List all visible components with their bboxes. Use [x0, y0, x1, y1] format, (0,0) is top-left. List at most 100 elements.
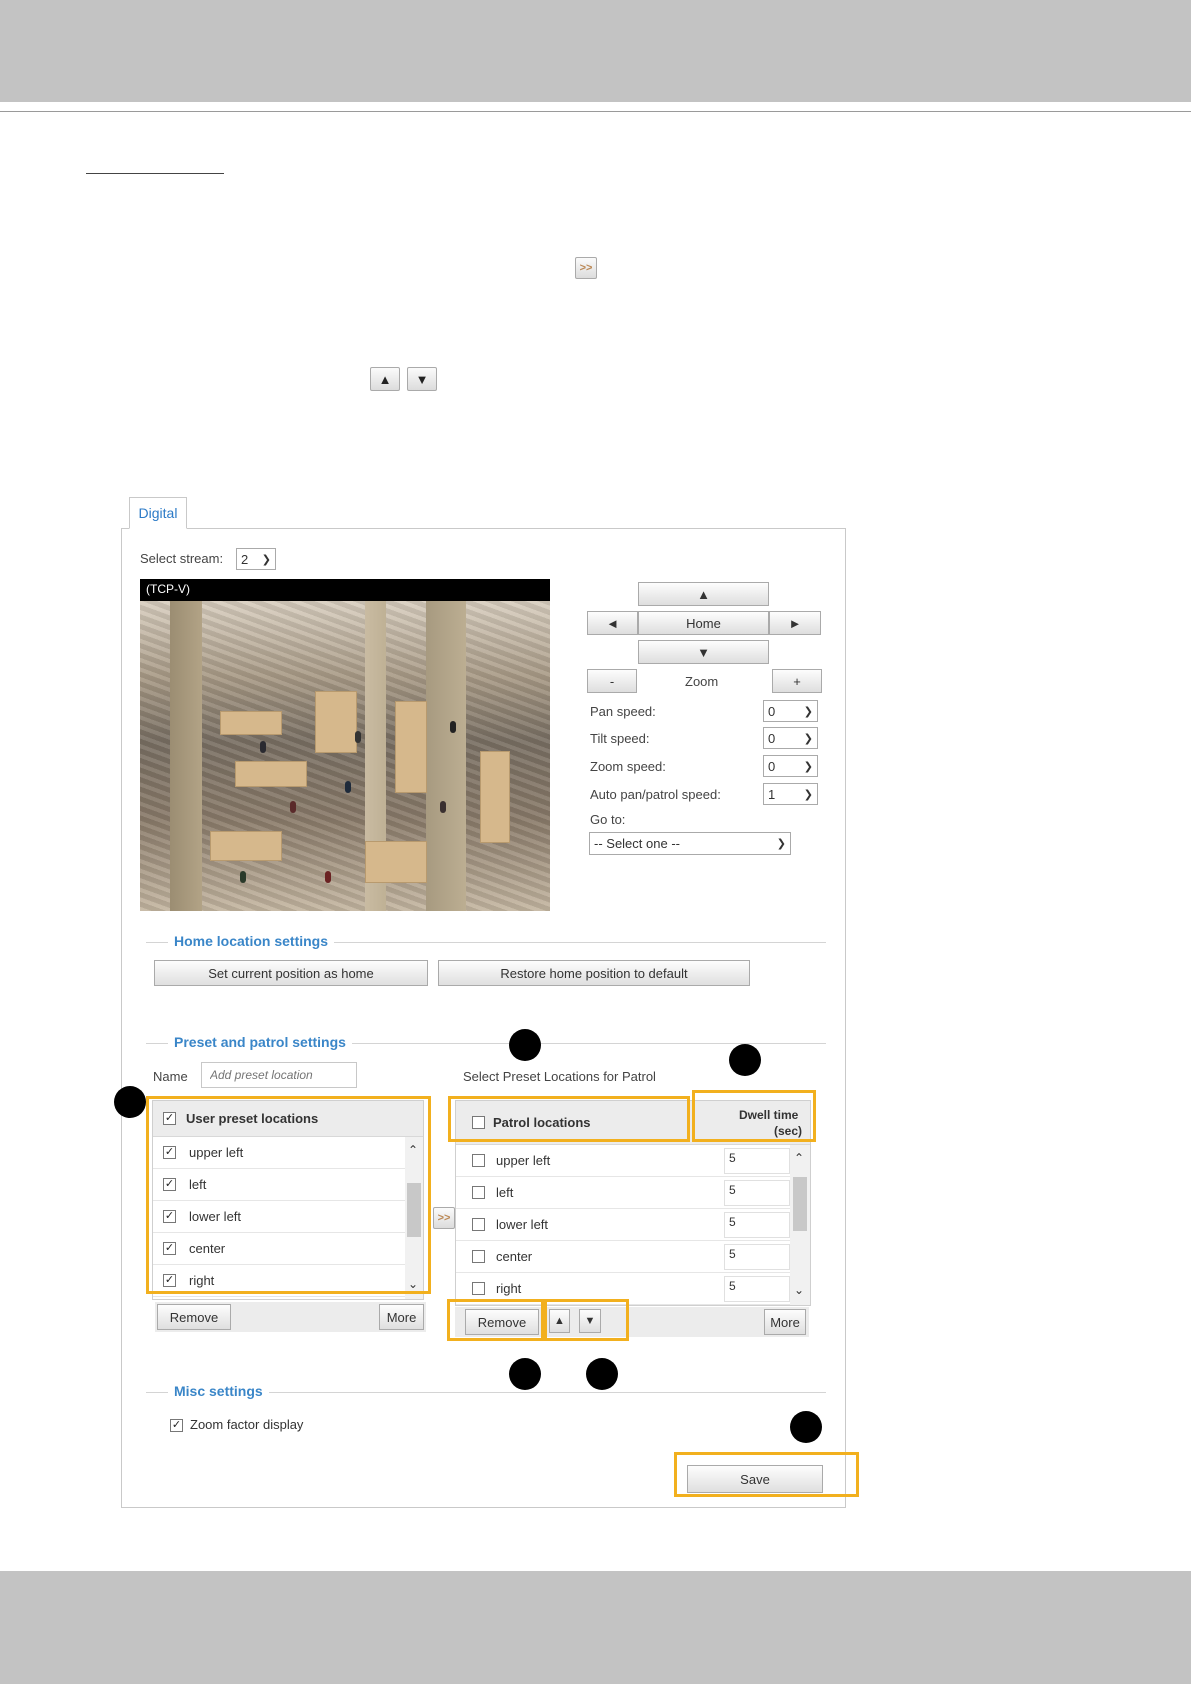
- add-to-patrol-button[interactable]: >>: [433, 1207, 455, 1229]
- select-stream-label: Select stream:: [140, 551, 224, 566]
- home-button-label: Home: [686, 615, 721, 631]
- dwell-time-input[interactable]: 5: [724, 1148, 790, 1174]
- scene-table: [220, 711, 282, 735]
- scene-table: [480, 751, 510, 843]
- dwell-time-input[interactable]: 5: [724, 1276, 790, 1302]
- scene-person: [325, 871, 331, 883]
- restore-home-label: Restore home position to default: [500, 965, 688, 981]
- stream-select[interactable]: 2 ❯: [236, 548, 276, 570]
- left-arrow-icon: ◄: [606, 615, 619, 631]
- page-header-bar: [0, 0, 1191, 102]
- chevron-up-icon[interactable]: ⌃: [794, 1151, 804, 1165]
- zoom-speed-select[interactable]: 0 ❯: [763, 755, 818, 777]
- patrol-item-checkbox[interactable]: [472, 1282, 485, 1295]
- scene-person: [450, 721, 456, 733]
- misc-section-title: Misc settings: [168, 1383, 269, 1399]
- more-patrol-button[interactable]: More: [764, 1309, 806, 1335]
- highlight-reorder: [544, 1299, 629, 1341]
- stream-select-value: 2: [241, 551, 249, 567]
- chevron-down-icon: ❯: [261, 553, 271, 566]
- move-up-icon: ▲: [370, 367, 400, 391]
- move-down-glyph: ▼: [415, 371, 429, 387]
- home-button[interactable]: Home: [638, 611, 769, 635]
- set-home-button[interactable]: Set current position as home: [154, 960, 428, 986]
- dwell-time-input[interactable]: 5: [724, 1244, 790, 1270]
- chevron-down-icon: ❯: [776, 838, 786, 850]
- video-frame: [140, 601, 550, 911]
- pan-speed-select[interactable]: 0 ❯: [763, 700, 818, 722]
- callout-marker: [729, 1044, 761, 1076]
- live-video-view[interactable]: (TCP-V): [140, 579, 550, 911]
- dwell-time-input[interactable]: 5: [724, 1212, 790, 1238]
- patrol-speed-select[interactable]: 1 ❯: [763, 783, 818, 805]
- zoom-out-button[interactable]: -: [587, 669, 637, 693]
- highlight-remove: [447, 1299, 544, 1341]
- patrol-item-label: center: [496, 1249, 533, 1264]
- move-down-icon: ▼: [407, 367, 437, 391]
- preset-name-label: Name: [153, 1069, 188, 1084]
- zoom-speed-label: Zoom speed:: [590, 759, 666, 774]
- tilt-up-button[interactable]: ▲: [638, 582, 769, 606]
- table-row[interactable]: lower left 5: [456, 1209, 790, 1241]
- highlight-dwell-time: [692, 1090, 816, 1142]
- tilt-down-button[interactable]: ▼: [638, 640, 769, 664]
- scene-person: [290, 801, 296, 813]
- pan-speed-label: Pan speed:: [590, 704, 656, 719]
- table-row[interactable]: center 5: [456, 1241, 790, 1273]
- patrol-item-checkbox[interactable]: [472, 1218, 485, 1231]
- scene-person: [345, 781, 351, 793]
- scene-person: [440, 801, 446, 813]
- move-up-glyph: ▲: [378, 371, 392, 387]
- dwell-time-input[interactable]: 5: [724, 1180, 790, 1206]
- heading-underline: [86, 173, 224, 174]
- remove-preset-button[interactable]: Remove: [157, 1304, 231, 1330]
- scene-table: [315, 691, 357, 753]
- zoom-out-label: -: [609, 673, 615, 689]
- patrol-item-label: left: [496, 1185, 514, 1200]
- move-right-icon: >>: [437, 1212, 451, 1224]
- goto-select[interactable]: -- Select one -- ❯: [589, 832, 791, 855]
- chevron-down-icon: ❯: [803, 760, 813, 773]
- zoom-factor-label: Zoom factor display: [190, 1417, 304, 1432]
- scrollbar-thumb[interactable]: [793, 1177, 807, 1231]
- patrol-scrollbar[interactable]: ⌃ ⌄: [790, 1145, 810, 1305]
- scene-table: [395, 701, 427, 793]
- chevron-down-icon: ❯: [803, 732, 813, 745]
- header-rule: [0, 111, 1191, 112]
- set-home-label: Set current position as home: [208, 965, 374, 981]
- patrol-item-checkbox[interactable]: [472, 1154, 485, 1167]
- callout-marker: [586, 1358, 618, 1390]
- tab-digital-label: Digital: [138, 505, 178, 521]
- zoom-in-button[interactable]: +: [772, 669, 822, 693]
- patrol-speed-value: 1: [768, 786, 776, 802]
- callout-marker: [790, 1411, 822, 1443]
- tab-digital[interactable]: Digital: [129, 497, 187, 529]
- pan-right-button[interactable]: ►: [769, 611, 821, 635]
- pan-left-button[interactable]: ◄: [587, 611, 638, 635]
- patrol-item-checkbox[interactable]: [472, 1186, 485, 1199]
- more-presets-button[interactable]: More: [379, 1304, 424, 1330]
- patrol-speed-label: Auto pan/patrol speed:: [590, 787, 721, 802]
- preset-name-input[interactable]: [201, 1062, 357, 1088]
- scene-person: [240, 871, 246, 883]
- tilt-speed-select[interactable]: 0 ❯: [763, 727, 818, 749]
- page-footer-bar: [0, 1571, 1191, 1684]
- tilt-speed-value: 0: [768, 730, 776, 746]
- goto-select-value: -- Select one --: [594, 836, 680, 851]
- up-arrow-icon: ▲: [697, 586, 710, 602]
- right-arrow-icon: ►: [788, 615, 802, 631]
- restore-home-button[interactable]: Restore home position to default: [438, 960, 750, 986]
- patrol-item-checkbox[interactable]: [472, 1250, 485, 1263]
- video-overlay-label: (TCP-V): [140, 579, 550, 601]
- move-right-label: >>: [579, 262, 593, 274]
- zoom-factor-checkbox[interactable]: ✓: [170, 1419, 183, 1432]
- table-row[interactable]: upper left 5: [456, 1145, 790, 1177]
- callout-marker: [509, 1358, 541, 1390]
- table-row[interactable]: left 5: [456, 1177, 790, 1209]
- preset-section-title: Preset and patrol settings: [168, 1034, 352, 1050]
- down-arrow-icon: ▼: [697, 644, 710, 660]
- scene-table: [235, 761, 307, 787]
- remove-preset-label: Remove: [169, 1309, 219, 1325]
- zoom-in-label: +: [793, 673, 801, 689]
- chevron-down-icon[interactable]: ⌄: [794, 1283, 804, 1297]
